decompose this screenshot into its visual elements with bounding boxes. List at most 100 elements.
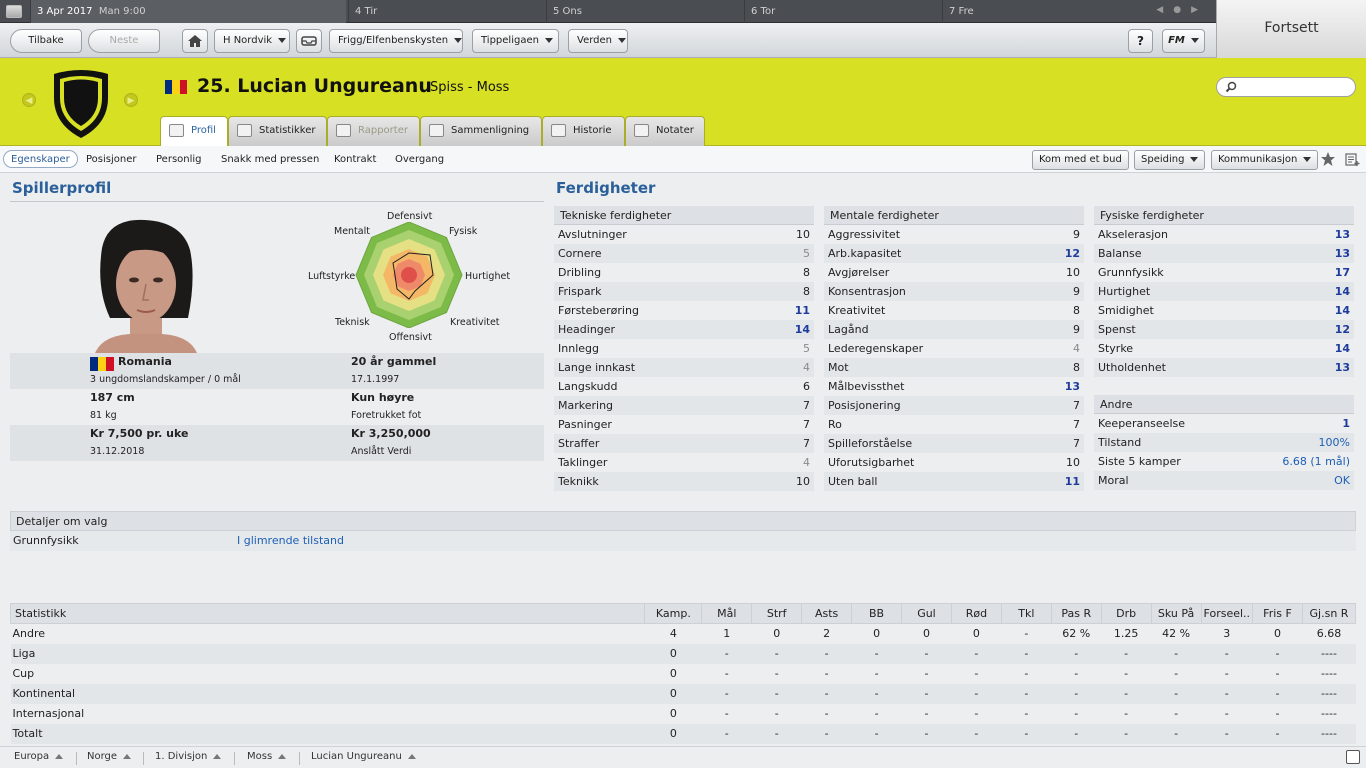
home-button[interactable] [182, 29, 208, 53]
tab-historie[interactable]: Historie [542, 116, 625, 146]
skill-row[interactable]: Frispark 8 [554, 282, 814, 301]
table-row[interactable]: Totalt 0- - - - - - - - - - - - ---- [10, 723, 1356, 744]
subnav-snakk-med-pressen[interactable]: Snakk med pressen [221, 151, 319, 169]
skill-row[interactable]: Lederegenskaper 4 [824, 339, 1084, 358]
skill-row[interactable]: Målbevissthet 13 [824, 377, 1084, 396]
breadcrumb-nation[interactable]: Norge [87, 751, 132, 762]
skill-row[interactable]: Cornere 5 [554, 244, 814, 263]
skill-row[interactable]: Posisjonering 7 [824, 396, 1084, 415]
date-day[interactable]: 5 Ons [546, 0, 742, 23]
resize-grip-icon[interactable] [1346, 750, 1360, 764]
skill-row[interactable]: Lagånd 9 [824, 320, 1084, 339]
search-input[interactable] [1216, 77, 1356, 97]
stats-column-header[interactable]: Forseel.. [1200, 603, 1254, 624]
table-row[interactable]: Kontinental 0- - - - - - - - - - - - ---- [10, 683, 1356, 704]
skill-row[interactable]: Moral OK [1094, 471, 1354, 490]
tab-notater[interactable]: Notater [625, 116, 705, 146]
stats-column-header[interactable]: Tkl [1000, 603, 1052, 624]
next-button[interactable]: Neste [88, 29, 160, 53]
stats-column-header[interactable]: Strf [751, 603, 803, 624]
star-icon[interactable] [1320, 151, 1336, 167]
skill-row[interactable]: Uforutsigbarhet 10 [824, 453, 1084, 472]
stats-column-header[interactable]: Statistikk [9, 603, 646, 624]
table-row[interactable]: Andre 4 1 0 2 0 0 0 - 62 % 1.25 42 % 3 0 6.68 [11, 624, 1356, 644]
tab-statistikker[interactable]: Statistikker [228, 116, 327, 146]
stats-column-header[interactable]: Gul [901, 603, 952, 624]
make-offer-button[interactable]: Kom med et bud [1032, 150, 1129, 170]
skill-row[interactable]: Balanse 13 [1094, 244, 1354, 263]
stats-column-header[interactable]: Mål [701, 603, 753, 624]
communication-menu[interactable]: Kommunikasjon [1211, 150, 1319, 170]
back-button[interactable]: Tilbake [10, 29, 82, 53]
skill-row[interactable]: Aggressivitet 9 [824, 225, 1084, 244]
stats-column-header[interactable]: Kamp. [644, 603, 703, 624]
skill-row[interactable]: Straffer 7 [554, 434, 814, 453]
skill-row[interactable]: Teknikk 10 [554, 472, 814, 491]
date-day[interactable]: 7 Fre [942, 0, 1138, 23]
help-button[interactable]: ? [1128, 29, 1153, 53]
table-row[interactable]: Liga 0- - - - - - - - - - - - ---- [10, 643, 1356, 664]
date-day[interactable]: 4 Tir [348, 0, 544, 23]
subnav-egenskaper[interactable]: Egenskaper [3, 150, 78, 168]
previous-player-button[interactable]: ◀ [22, 93, 36, 107]
skill-row[interactable]: Mot 8 [824, 358, 1084, 377]
date-day[interactable]: 6 Tor [744, 0, 940, 23]
skill-row[interactable]: Avslutninger 10 [554, 225, 814, 244]
skill-row[interactable]: Spenst 12 [1094, 320, 1354, 339]
stats-column-header[interactable]: Asts [801, 603, 853, 624]
subnav-posisjoner[interactable]: Posisjoner [86, 151, 137, 169]
skill-row[interactable]: Akselerasjon 13 [1094, 225, 1354, 244]
skill-row[interactable]: Kreativitet 8 [824, 301, 1084, 320]
world-menu[interactable]: Verden [568, 29, 628, 53]
stats-column-header[interactable]: Drb [1100, 603, 1152, 624]
skill-row[interactable]: Førsteberøring 11 [554, 301, 814, 320]
skill-row[interactable]: Innlegg 5 [554, 339, 814, 358]
scouting-menu[interactable]: Speiding [1134, 150, 1206, 170]
subnav-overgang[interactable]: Overgang [395, 151, 444, 169]
manager-menu[interactable]: H Nordvik [214, 29, 290, 53]
add-note-icon[interactable] [1345, 153, 1360, 167]
skill-row[interactable]: Taklinger 4 [554, 453, 814, 472]
subnav-kontrakt[interactable]: Kontrakt [334, 151, 376, 169]
breadcrumb-club[interactable]: Moss [247, 751, 287, 762]
tab-profil[interactable]: Profil [160, 116, 228, 147]
next-player-button[interactable]: ▶ [124, 93, 138, 107]
nationality[interactable]: Romania [118, 355, 172, 368]
skill-row[interactable]: Smidighet 14 [1094, 301, 1354, 320]
player-position-club[interactable]: Spiss - Moss [430, 80, 509, 95]
breadcrumb-division[interactable]: 1. Divisjon [155, 751, 222, 762]
skill-row[interactable]: Spilleforståelse 7 [824, 434, 1084, 453]
date-today[interactable]: 3 Apr 2017 Man 9:00 [30, 0, 346, 23]
stats-column-header[interactable]: Pas R [1050, 603, 1102, 624]
skill-row[interactable]: Utholdenhet 13 [1094, 358, 1354, 377]
skill-row[interactable]: Ro 7 [824, 415, 1084, 434]
tab-rapporter[interactable]: Rapporter [327, 116, 420, 146]
skill-row[interactable]: Dribling 8 [554, 263, 814, 282]
inbox-button[interactable] [296, 29, 322, 53]
league-menu[interactable]: Tippeligaen [472, 29, 559, 53]
skill-row[interactable]: Siste 5 kamper 6.68 (1 mål) [1094, 452, 1354, 471]
skill-row[interactable]: Grunnfysikk 17 [1094, 263, 1354, 282]
calendar-icon[interactable] [6, 5, 22, 18]
table-row[interactable]: Internasjonal 0- - - - - - - - - - - - ---- [11, 704, 1356, 724]
continue-button[interactable]: Fortsett [1216, 0, 1366, 58]
breadcrumb-player[interactable]: Lucian Ungureanu [311, 751, 416, 762]
stats-column-header[interactable]: Gj.sn R [1301, 603, 1357, 624]
skill-row[interactable]: Styrke 14 [1094, 339, 1354, 358]
subnav-personlig[interactable]: Personlig [156, 151, 202, 169]
skill-row[interactable]: Keeperanseelse 1 [1094, 414, 1354, 433]
skill-row[interactable]: Pasninger 7 [554, 415, 814, 434]
tab-sammenligning[interactable]: Sammenligning [420, 116, 542, 146]
fm-menu[interactable]: FM [1162, 29, 1205, 53]
skill-row[interactable]: Langskudd 6 [554, 377, 814, 396]
skill-row[interactable]: Markering 7 [554, 396, 814, 415]
stats-column-header[interactable]: Rød [950, 603, 1002, 624]
skill-row[interactable]: Headinger 14 [554, 320, 814, 339]
skill-row[interactable]: Avgjørelser 10 [824, 263, 1084, 282]
stats-column-header[interactable]: BB [851, 603, 903, 624]
skill-row[interactable]: Tilstand 100% [1094, 433, 1354, 452]
club-menu[interactable]: Frigg/Elfenbenskysten [329, 29, 463, 53]
stats-column-header[interactable]: Fris F [1252, 603, 1303, 624]
date-nav-arrows[interactable]: ◀●▶ [1156, 5, 1208, 15]
skill-row[interactable]: Hurtighet 14 [1094, 282, 1354, 301]
